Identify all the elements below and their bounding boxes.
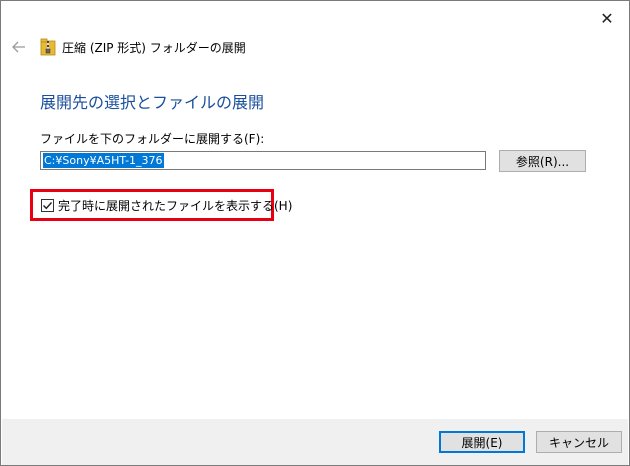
close-button[interactable]: ✕: [593, 7, 621, 29]
back-arrow-icon: [12, 41, 25, 53]
zip-folder-icon: [40, 38, 56, 56]
destination-path-label: ファイルを下のフォルダーに展開する(F):: [40, 132, 265, 146]
dialog-header: 圧縮 (ZIP 形式) フォルダーの展開: [40, 37, 246, 57]
destination-path-value: C:¥Sony¥A5HT-1_376: [43, 153, 164, 168]
back-button[interactable]: [10, 39, 28, 55]
page-title: 展開先の選択とファイルの展開: [40, 93, 265, 112]
destination-path-input[interactable]: C:¥Sony¥A5HT-1_376: [40, 151, 486, 170]
browse-button[interactable]: 参照(R)...: [499, 150, 586, 172]
checkmark-icon: [43, 202, 53, 210]
dialog-header-title: 圧縮 (ZIP 形式) フォルダーの展開: [62, 40, 246, 55]
show-files-checkbox-row[interactable]: 完了時に展開されたファイルを表示する(H): [41, 198, 292, 213]
extract-dialog: ✕ 圧縮 (ZIP 形式) フォルダーの展開 展開先の選択とファイルの展開 ファ…: [0, 0, 630, 466]
show-files-checkbox-label[interactable]: 完了時に展開されたファイルを表示する(H): [58, 197, 292, 214]
dialog-footer: [2, 419, 628, 465]
show-files-checkbox[interactable]: [41, 199, 54, 212]
extract-button[interactable]: 展開(E): [439, 431, 525, 453]
cancel-button[interactable]: キャンセル: [536, 431, 622, 453]
close-icon: ✕: [600, 8, 614, 28]
